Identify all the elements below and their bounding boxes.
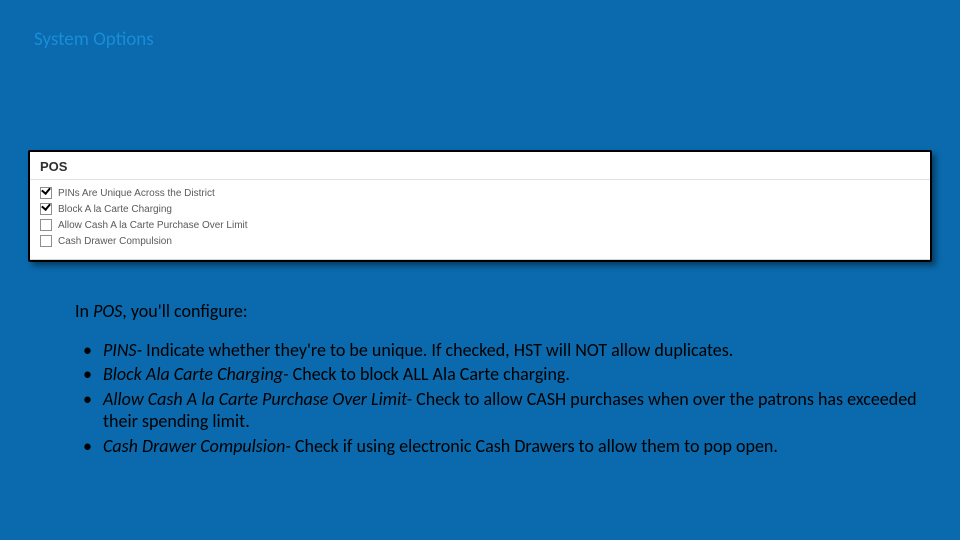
pos-option-row: PINs Are Unique Across the District — [40, 185, 920, 201]
pos-section-title: POS — [30, 152, 930, 180]
bullet-item: Allow Cash A la Carte Purchase Over Limi… — [75, 388, 925, 433]
intro-prefix: In — [75, 300, 93, 322]
checkbox-checked-icon — [40, 203, 52, 215]
pos-option-label: Cash Drawer Compulsion — [58, 236, 172, 247]
pos-option-row: Cash Drawer Compulsion — [40, 233, 920, 249]
intro-emphasis: POS — [93, 300, 122, 322]
checkbox-unchecked-icon — [40, 235, 52, 247]
pos-option-row: Allow Cash A la Carte Purchase Over Limi… — [40, 217, 920, 233]
checkbox-checked-icon — [40, 187, 52, 199]
pos-settings-panel: POS PINs Are Unique Across the District … — [30, 152, 930, 260]
pos-option-label: Block A la Carte Charging — [58, 204, 172, 215]
slide: System Options POS PINs Are Unique Acros… — [0, 0, 960, 540]
bullet-item: Cash Drawer Compulsion- Check if using e… — [75, 435, 925, 458]
description-block: In POS, you'll configure: PINS- Indicate… — [75, 300, 925, 459]
checkbox-unchecked-icon — [40, 219, 52, 231]
pos-settings-screenshot: POS PINs Are Unique Across the District … — [28, 150, 932, 262]
bullet-text: Indicate whether they're to be unique. I… — [146, 339, 733, 361]
pos-option-label: PINs Are Unique Across the District — [58, 188, 215, 199]
pos-options-list: PINs Are Unique Across the District Bloc… — [30, 180, 930, 259]
pos-option-row: Block A la Carte Charging — [40, 201, 920, 217]
intro-line: In POS, you'll configure: — [75, 300, 925, 323]
intro-suffix: , you'll configure: — [122, 300, 247, 322]
pos-option-label: Allow Cash A la Carte Purchase Over Limi… — [58, 220, 248, 231]
bullet-term: Allow Cash A la Carte Purchase Over Limi… — [103, 388, 416, 410]
bullet-text: Check to block ALL Ala Carte charging. — [293, 363, 570, 385]
bullet-term: PINS- — [103, 339, 146, 361]
bullet-term: Block Ala Carte Charging- — [103, 363, 293, 385]
bullet-term: Cash Drawer Compulsion- — [103, 435, 295, 457]
bullet-list: PINS- Indicate whether they're to be uni… — [75, 339, 925, 458]
bullet-text: Check if using electronic Cash Drawers t… — [295, 435, 778, 457]
bullet-item: PINS- Indicate whether they're to be uni… — [75, 339, 925, 362]
page-title: System Options — [34, 28, 154, 51]
bullet-item: Block Ala Carte Charging- Check to block… — [75, 363, 925, 386]
